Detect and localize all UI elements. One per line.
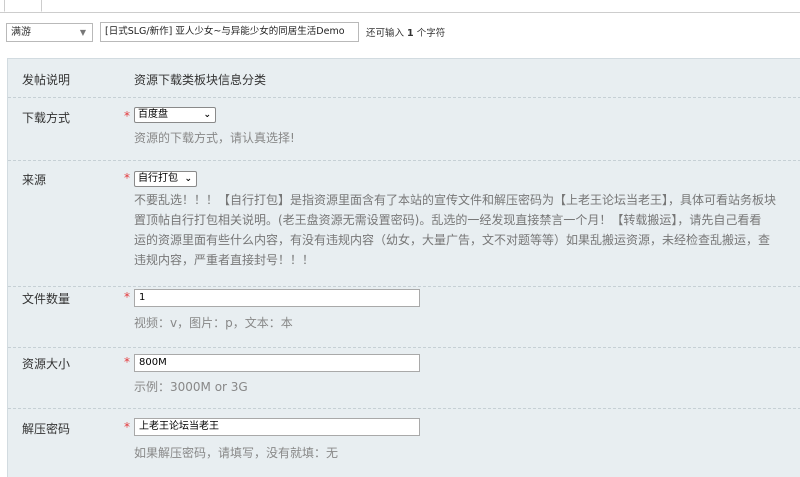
info-category-value: 资源下载类板块信息分类 (134, 73, 267, 87)
row-file-count: 文件数量 * 1 视频：v，图片：p，文本：本 (8, 286, 800, 348)
source-desc-line: 不要乱选！！！【自行打包】是指资源里面含有了本站的宣传文件和解压密码为【上老王论… (134, 193, 777, 207)
row-source: 来源 * 自行打包 ⌄ 不要乱选！！！【自行打包】是指资源里面含有了本站的宣传文… (8, 160, 800, 287)
source-label: 来源 (22, 173, 47, 187)
unzip-password-hint: 如果解压密码，请填写，没有就填：无 (134, 446, 339, 460)
file-count-input[interactable]: 1 (134, 289, 420, 307)
source-desc-line: 置顶帖自行打包相关说明。(老王盘资源无需设置密码)。乱选的一经发现直接禁言一个月… (134, 213, 762, 227)
unzip-password-input[interactable]: 上老王论坛当老王 (134, 418, 420, 436)
row-download-method: 下载方式 * 百度盘 ⌄ 资源的下载方式，请认真选择! (8, 97, 800, 161)
row-unzip-password: 解压密码 * 上老王论坛当老王 如果解压密码，请填写，没有就填：无 (8, 408, 800, 477)
top-tab-strip (0, 0, 800, 13)
file-count-hint: 视频：v，图片：p，文本：本 (134, 316, 293, 330)
active-tab[interactable] (4, 0, 42, 12)
post-info-label: 发帖说明 (22, 73, 71, 87)
download-method-hint: 资源的下载方式，请认真选择! (134, 131, 295, 145)
required-mark: * (124, 420, 130, 434)
category-select[interactable]: 满游 ▼ (6, 23, 93, 42)
chevron-down-icon: ▼ (79, 28, 86, 37)
category-select-value: 满游 (11, 27, 31, 38)
resource-size-label: 资源大小 (22, 357, 71, 371)
download-method-select[interactable]: 百度盘 ⌄ (134, 107, 216, 123)
row-resource-size: 资源大小 * 800M 示例：3000M or 3G (8, 347, 800, 409)
required-mark: * (124, 290, 130, 304)
unzip-password-label: 解压密码 (22, 422, 71, 436)
required-mark: * (124, 355, 130, 369)
source-select[interactable]: 自行打包 ⌄ (134, 171, 197, 187)
title-bar: 满游 ▼ [日式SLG/新作] 亚人少女~与异能少女的同居生活Demo 还可输入… (0, 21, 800, 45)
title-input[interactable]: [日式SLG/新作] 亚人少女~与异能少女的同居生活Demo (100, 22, 359, 42)
source-desc-line: 运的资源里面有些什么内容，有没有违规内容（幼女，大量广告，文不对题等等）如果乱搬… (134, 233, 771, 247)
row-post-info: 发帖说明 资源下载类板块信息分类 (8, 59, 800, 98)
resource-size-hint: 示例：3000M or 3G (134, 380, 248, 394)
post-info-panel: 发帖说明 资源下载类板块信息分类 下载方式 * 百度盘 ⌄ 资源的下载方式，请认… (7, 58, 800, 477)
file-count-label: 文件数量 (22, 292, 71, 306)
char-remaining: 还可输入 1 个字符 (366, 28, 446, 39)
source-description: 不要乱选！！！【自行打包】是指资源里面含有了本站的宣传文件和解压密码为【上老王论… (134, 190, 800, 270)
chevron-down-icon: ⌄ (203, 110, 211, 120)
chevron-down-icon: ⌄ (184, 174, 192, 184)
required-mark: * (124, 171, 130, 185)
char-remaining-count: 1 (407, 28, 414, 39)
required-mark: * (124, 109, 130, 123)
resource-size-input[interactable]: 800M (134, 354, 420, 372)
source-desc-line: 违规内容，严重者直接封号！！！ (134, 253, 315, 267)
download-method-label: 下载方式 (22, 111, 71, 125)
